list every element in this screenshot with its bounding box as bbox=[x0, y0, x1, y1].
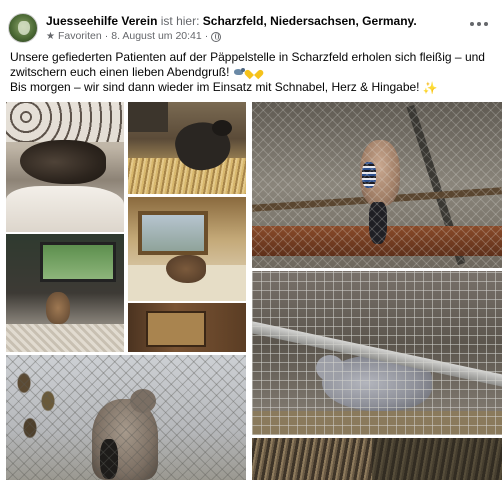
window-shape bbox=[138, 211, 208, 255]
dot-icon bbox=[477, 22, 481, 26]
photo-bird-in-blanket[interactable] bbox=[6, 102, 124, 232]
sparkles-emoji-icon: ✨ bbox=[422, 81, 438, 95]
photo-dove-behind-net[interactable] bbox=[6, 355, 246, 480]
post-timestamp[interactable]: 8. August um 20:41 bbox=[111, 30, 201, 43]
net-overlay bbox=[252, 102, 502, 268]
photo-bird-by-window[interactable] bbox=[128, 197, 246, 301]
avatar[interactable] bbox=[8, 13, 38, 43]
post-text-line-2-content: Bis morgen – wir sind dann wieder im Ein… bbox=[10, 80, 420, 94]
more-options-button[interactable] bbox=[466, 14, 492, 34]
star-icon: ★ bbox=[46, 31, 55, 42]
post-meta: ★ Favoriten · 8. August um 20:41 · bbox=[46, 30, 222, 43]
yellow-heart-emoji-icon bbox=[248, 66, 260, 77]
panel-shape bbox=[146, 311, 206, 347]
photo-pigeon-in-cage[interactable] bbox=[252, 271, 502, 435]
dot-icon bbox=[470, 22, 474, 26]
photo-crow-on-hay[interactable] bbox=[128, 102, 246, 194]
window-shape bbox=[40, 242, 116, 282]
post-text-line-1: Unsere gefiederten Patienten auf der Päp… bbox=[10, 50, 496, 80]
floor-shape bbox=[6, 324, 124, 352]
net-overlay bbox=[6, 355, 246, 480]
bird-shape bbox=[166, 255, 206, 283]
photo-aviary-inside[interactable] bbox=[6, 234, 124, 352]
fabric-pattern bbox=[6, 102, 124, 142]
audience-label: Favoriten bbox=[57, 30, 102, 42]
photo-wooden-box[interactable] bbox=[128, 303, 246, 352]
crow-head-shape bbox=[212, 120, 232, 136]
is-here-text: ist hier: bbox=[160, 14, 200, 28]
post-header: Juesseehilfe Verein ist hier: Scharzfeld… bbox=[0, 0, 502, 50]
bird-shape bbox=[20, 140, 106, 184]
photo-hay-ground[interactable] bbox=[252, 438, 502, 480]
mesh-overlay bbox=[252, 271, 502, 435]
author-line: Juesseehilfe Verein ist hier: Scharzfeld… bbox=[46, 14, 417, 29]
dot-icon bbox=[484, 22, 488, 26]
separator-2: · bbox=[204, 30, 209, 42]
photo-jay-on-perch[interactable] bbox=[252, 102, 502, 268]
location-link[interactable]: Scharzfeld, Niedersachsen, Germany. bbox=[203, 14, 417, 28]
post-text-line-2: Bis morgen – wir sind dann wieder im Ein… bbox=[10, 80, 496, 96]
blanket-shape bbox=[6, 186, 124, 232]
shade-shape bbox=[372, 438, 502, 480]
globe-icon bbox=[211, 31, 222, 42]
bird-emoji-icon bbox=[233, 67, 245, 77]
post-text: Unsere gefiederten Patienten auf der Päp… bbox=[10, 50, 496, 96]
author-name[interactable]: Juesseehilfe Verein bbox=[46, 14, 157, 28]
bowl-shape bbox=[128, 102, 168, 132]
separator: · bbox=[104, 30, 109, 42]
bird-shape bbox=[46, 292, 70, 324]
